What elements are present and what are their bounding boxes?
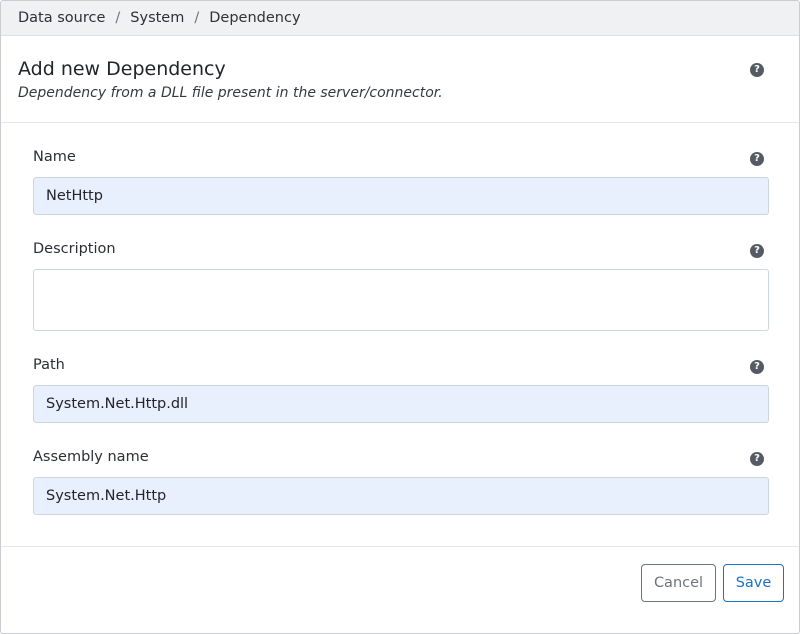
name-input[interactable]: NetHttp [33,177,769,215]
form-body: Name ? NetHttp Description ? Path ? Syst… [1,123,799,547]
description-textarea[interactable] [33,269,769,331]
breadcrumb-data-source[interactable]: Data source [18,10,105,26]
help-icon[interactable]: ? [750,63,764,77]
breadcrumb-dependency: Dependency [209,10,301,26]
assembly-name-label: Assembly name [33,449,149,465]
add-dependency-dialog: Data source / System / Dependency Add ne… [0,0,800,634]
page-title: Add new Dependency [18,58,226,80]
breadcrumb-separator: / [115,10,121,26]
name-label: Name [33,149,76,165]
cancel-button[interactable]: Cancel [641,564,716,602]
path-label: Path [33,357,65,373]
dialog-footer: Cancel Save [1,547,799,633]
assembly-name-help-icon[interactable]: ? [750,452,764,466]
path-help-icon[interactable]: ? [750,360,764,374]
description-help-icon[interactable]: ? [750,244,764,258]
breadcrumb-separator: / [194,10,200,26]
breadcrumb-system[interactable]: System [130,10,184,26]
name-help-icon[interactable]: ? [750,152,764,166]
save-button[interactable]: Save [723,564,784,602]
description-label: Description [33,241,116,257]
assembly-name-input[interactable]: System.Net.Http [33,477,769,515]
breadcrumb: Data source / System / Dependency [1,1,799,36]
page-subtitle: Dependency from a DLL file present in th… [18,85,443,101]
path-input[interactable]: System.Net.Http.dll [33,385,769,423]
dialog-header: Add new Dependency Dependency from a DLL… [1,36,799,123]
